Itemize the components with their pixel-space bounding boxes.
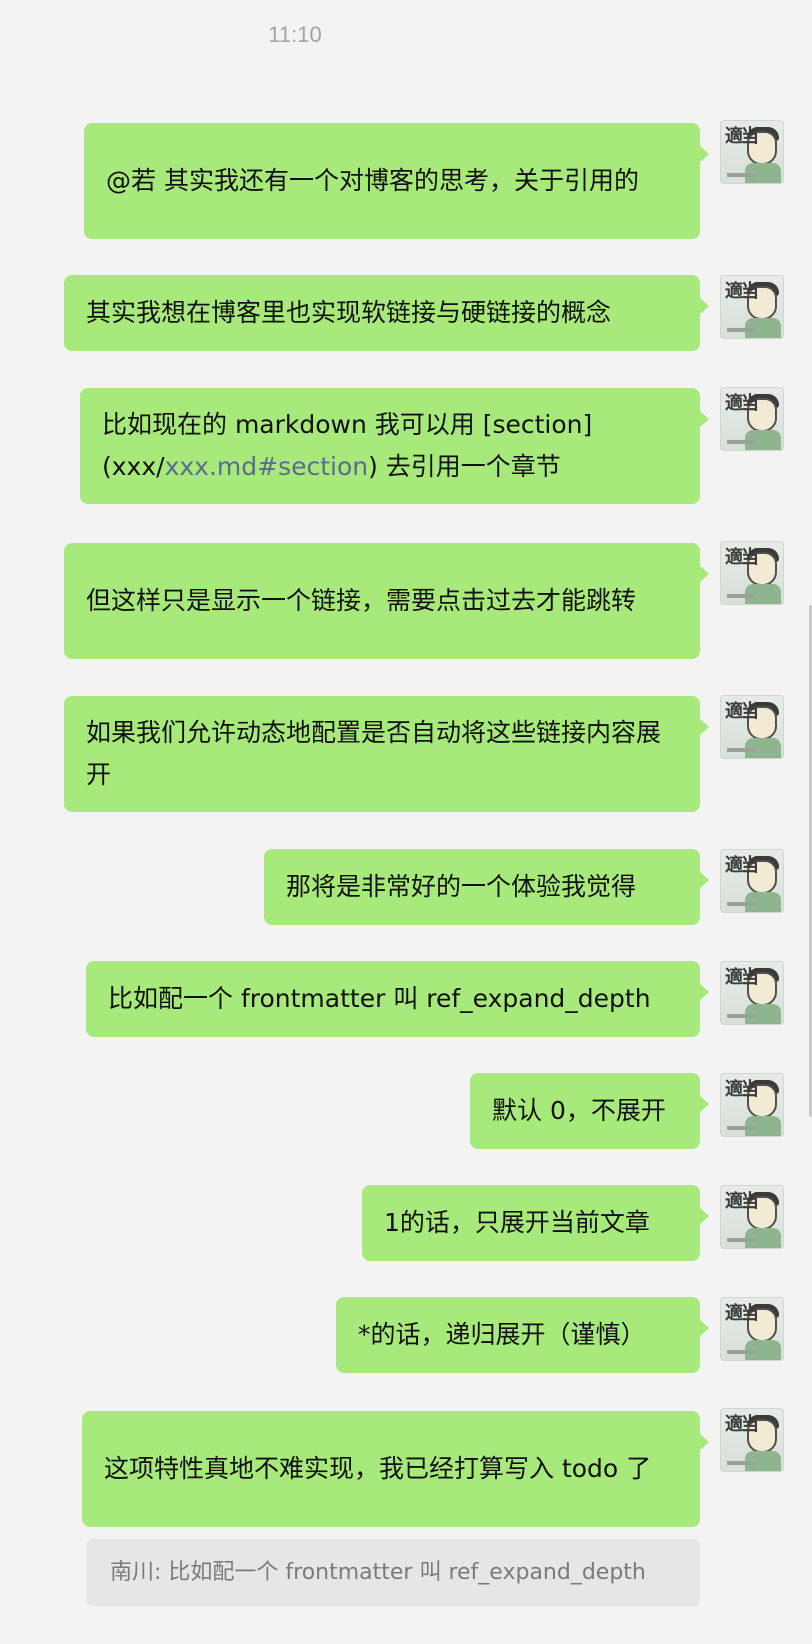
chat-bubble[interactable]: 这项特性真地不难实现，我已经打算写入 todo 了 (82, 1411, 709, 1527)
avatar-glyph: 適当 (725, 1079, 759, 1100)
chat-bubble[interactable]: 比如配一个 frontmatter 叫 ref_expand_depth (86, 961, 709, 1037)
avatar[interactable]: 適当 (720, 1297, 784, 1361)
chat-bubble[interactable]: @若 其实我还有一个对博客的思考，关于引用的 (84, 123, 709, 239)
chat-bubble[interactable]: *的话，递归展开（谨慎） (336, 1297, 709, 1373)
chat-bubble[interactable]: 如果我们允许动态地配置是否自动将这些链接内容展开 (64, 696, 709, 812)
chat-bubble[interactable]: 比如现在的 markdown 我可以用 [section](xxx/xxx.md… (80, 388, 709, 504)
message-text: *的话，递归展开（谨慎） (358, 1320, 646, 1349)
avatar[interactable]: 適当 (720, 1408, 784, 1472)
avatar-glyph: 適当 (725, 547, 759, 568)
avatar-caption-bar (727, 173, 755, 177)
avatar[interactable]: 適当 (720, 120, 784, 184)
avatar-caption-bar (727, 328, 755, 332)
avatar-glyph: 適当 (725, 393, 759, 414)
avatar-caption-bar (727, 440, 755, 444)
avatar[interactable]: 適当 (720, 695, 784, 759)
avatar[interactable]: 適当 (720, 961, 784, 1025)
avatar-glyph: 適当 (725, 1191, 759, 1212)
avatar-caption-bar (727, 1014, 755, 1018)
avatar[interactable]: 適当 (720, 387, 784, 451)
avatar-caption-bar (727, 902, 755, 906)
message-text: 1的话，只展开当前文章 (384, 1208, 650, 1237)
avatar-glyph: 適当 (725, 281, 759, 302)
avatar-glyph: 適当 (725, 855, 759, 876)
message-text: 比如现在的 markdown 我可以用 [section](xxx/xxx.md… (102, 404, 684, 488)
chat-bubble[interactable]: 但这样只是显示一个链接，需要点击过去才能跳转 (64, 543, 709, 659)
avatar[interactable]: 適当 (720, 1185, 784, 1249)
avatar[interactable]: 適当 (720, 275, 784, 339)
quoted-message[interactable]: 南川: 比如配一个 frontmatter 叫 ref_expand_depth (86, 1539, 700, 1606)
message-text: 但这样只是显示一个链接，需要点击过去才能跳转 (86, 586, 637, 615)
avatar-caption-bar (727, 1461, 755, 1465)
message-text: 这项特性真地不难实现，我已经打算写入 todo 了 (104, 1454, 652, 1483)
avatar-glyph: 適当 (725, 701, 759, 722)
avatar-caption-bar (727, 1126, 755, 1130)
chat-bubble[interactable]: 1的话，只展开当前文章 (362, 1185, 709, 1261)
avatar-caption-bar (727, 1238, 755, 1242)
avatar-glyph: 適当 (725, 126, 759, 147)
message-text: @若 其实我还有一个对博客的思考，关于引用的 (106, 166, 639, 195)
message-text: 那将是非常好的一个体验我觉得 (286, 872, 637, 901)
message-text: 默认 0，不展开 (492, 1096, 666, 1125)
message-text: 其实我想在博客里也实现软链接与硬链接的概念 (86, 298, 612, 327)
message-link[interactable]: xxx.md#section (165, 452, 369, 481)
avatar-glyph: 適当 (725, 1414, 759, 1435)
avatar[interactable]: 適当 (720, 1073, 784, 1137)
avatar-glyph: 適当 (725, 1303, 759, 1324)
avatar[interactable]: 適当 (720, 541, 784, 605)
message-timestamp: 11:10 (268, 22, 322, 47)
avatar[interactable]: 適当 (720, 849, 784, 913)
chat-bubble[interactable]: 其实我想在博客里也实现软链接与硬链接的概念 (64, 275, 709, 351)
avatar-caption-bar (727, 594, 755, 598)
message-text: 比如配一个 frontmatter 叫 ref_expand_depth (108, 984, 651, 1013)
avatar-caption-bar (727, 1350, 755, 1354)
message-text: 如果我们允许动态地配置是否自动将这些链接内容展开 (86, 718, 662, 789)
chat-bubble[interactable]: 默认 0，不展开 (470, 1073, 709, 1149)
chat-bubble[interactable]: 那将是非常好的一个体验我觉得 (264, 849, 709, 925)
avatar-glyph: 適当 (725, 967, 759, 988)
message-text-after-link: ) 去引用一个章节 (368, 452, 561, 481)
avatar-caption-bar (727, 748, 755, 752)
